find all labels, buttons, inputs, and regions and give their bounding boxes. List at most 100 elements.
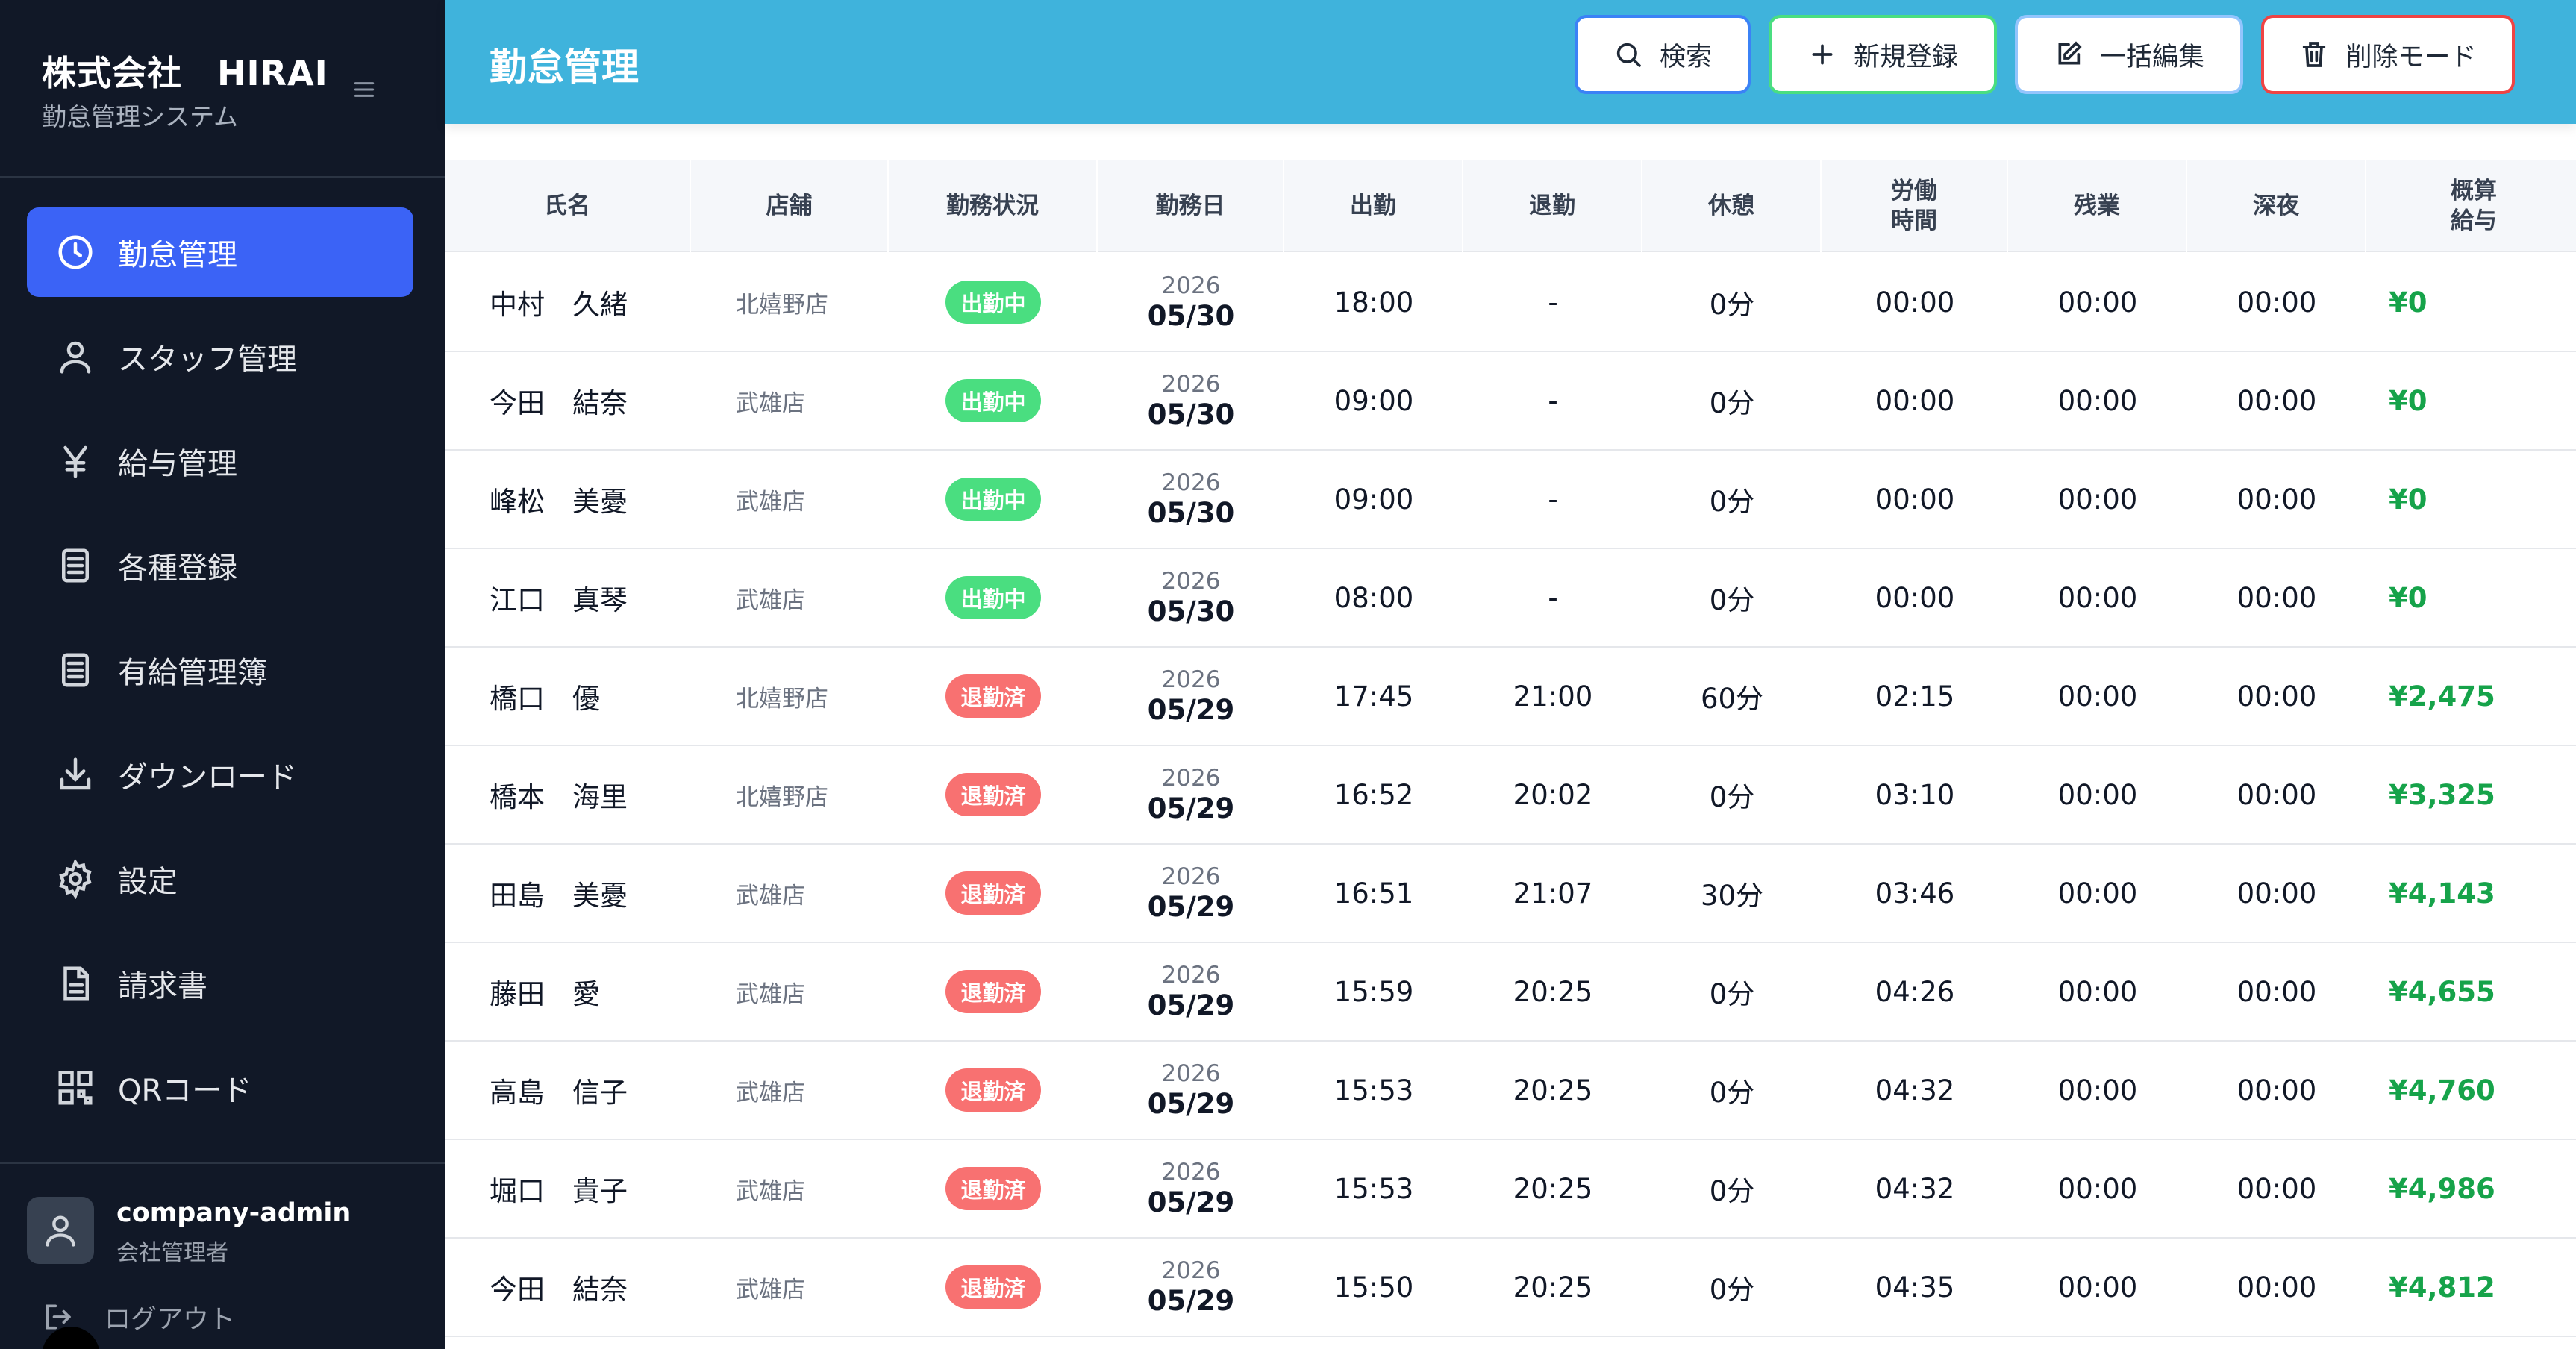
user-name: company-admin <box>116 1198 351 1228</box>
overtime-cell: 00:00 <box>2057 680 2138 713</box>
work-date-day: 05/30 <box>1147 398 1235 431</box>
status-badge: 出勤中 <box>945 379 1041 422</box>
sidebar-item-settings[interactable]: 設定 <box>27 834 413 924</box>
work-date-day: 05/29 <box>1147 792 1235 824</box>
avatar[interactable] <box>27 1197 94 1264</box>
sidebar-item-label: QRコード <box>118 1074 252 1108</box>
status-badge: 退勤済 <box>945 970 1041 1013</box>
sidebar-item-staff[interactable]: スタッフ管理 <box>27 312 413 401</box>
night-cell: 00:00 <box>2236 286 2317 319</box>
user-panel: company-admin 会社管理者 ログアウト <box>0 1162 445 1349</box>
work-hours-cell: 00:00 <box>1875 581 1955 614</box>
menu-toggle-icon[interactable] <box>349 75 379 104</box>
column-clock-in-header: 出勤 <box>1284 160 1463 252</box>
staff-name-cell: 高島 信子 <box>490 1077 628 1109</box>
table-row[interactable]: 橋本 海里 北嬉野店 退勤済 2026 05/29 16:52 20:02 0分 03:10 00… <box>445 746 2576 845</box>
sidebar-item-label: 給与管理 <box>118 447 237 481</box>
work-date-year: 2026 <box>1161 1257 1221 1284</box>
column-work-hours-header: 労働 時間 <box>1822 160 2008 252</box>
brand-area: 株式会社 HIRAI 勤怠管理システム <box>0 0 445 178</box>
table-row[interactable]: 中村 久緒 北嬉野店 出勤中 2026 05/30 18:00 - 0分 00:00 00:00 0… <box>445 254 2576 352</box>
work-date-year: 2026 <box>1161 765 1221 792</box>
work-hours-cell: 04:35 <box>1875 1271 1955 1303</box>
work-date-cell: 2026 05/29 <box>1098 943 1284 1040</box>
bulk-edit-button[interactable]: 一括編集 <box>2015 15 2243 94</box>
table-row[interactable]: 江口 真琴 武雄店 出勤中 2026 05/30 08:00 - 0分 00:00 00:00 00… <box>445 549 2576 648</box>
sidebar-item-qr-code[interactable]: QRコード <box>27 1043 413 1133</box>
break-cell: 0分 <box>1709 289 1755 321</box>
clock-in-cell: 17:45 <box>1334 680 1414 713</box>
work-hours-cell: 00:00 <box>1875 286 1955 319</box>
status-cell: 退勤済 <box>889 943 1098 1040</box>
clock-in-cell: 08:00 <box>1334 581 1414 614</box>
clock-icon <box>55 232 96 272</box>
night-cell: 00:00 <box>2236 1074 2317 1107</box>
table-row[interactable]: 藤田 愛 武雄店 退勤済 2026 05/29 15:59 20:25 0分 04:26 00:0… <box>445 943 2576 1042</box>
search-button[interactable]: 検索 <box>1575 15 1751 94</box>
store-cell: 武雄店 <box>736 980 805 1008</box>
column-estimated-pay-header: 概算 給与 <box>2366 160 2576 252</box>
sidebar-item-download[interactable]: ダウンロード <box>27 730 413 819</box>
store-cell: 北嬉野店 <box>736 783 828 811</box>
clock-in-cell: 16:51 <box>1334 877 1414 910</box>
sidebar-item-invoice[interactable]: 請求書 <box>27 939 413 1028</box>
store-cell: 武雄店 <box>736 586 805 614</box>
table-row[interactable]: 橋口 優 北嬉野店 退勤済 2026 05/29 17:45 21:00 60分 02:15 00… <box>445 648 2576 746</box>
table-row[interactable]: 今田 結奈 武雄店 出勤中 2026 05/30 09:00 - 0分 00:00 00:00 00… <box>445 352 2576 451</box>
sidebar-item-label: 設定 <box>118 865 178 899</box>
store-cell: 武雄店 <box>736 1079 805 1107</box>
night-cell: 00:00 <box>2236 975 2317 1008</box>
work-date-cell: 2026 05/29 <box>1098 1042 1284 1139</box>
work-date-cell: 2026 05/30 <box>1098 254 1284 351</box>
estimated-pay-cell: ¥4,760 <box>2389 1074 2495 1107</box>
work-date-cell: 2026 05/29 <box>1098 648 1284 745</box>
sidebar-item-payroll[interactable]: 給与管理 <box>27 416 413 506</box>
sidebar-item-paid-leave[interactable]: 有給管理簿 <box>27 625 413 715</box>
table-row[interactable]: 峰松 美憂 武雄店 出勤中 2026 05/30 09:00 - 0分 00:00 00:00 00… <box>445 451 2576 549</box>
column-clock-out-header: 退勤 <box>1463 160 1642 252</box>
clock-in-cell: 09:00 <box>1334 483 1414 516</box>
work-date-day: 05/30 <box>1147 497 1235 529</box>
work-date-cell: 2026 05/29 <box>1098 845 1284 942</box>
clock-in-cell: 15:50 <box>1334 1271 1414 1303</box>
work-date-cell: 2026 05/29 <box>1098 746 1284 843</box>
overtime-cell: 00:00 <box>2057 877 2138 910</box>
break-cell: 0分 <box>1709 486 1755 518</box>
clock-out-cell: 21:07 <box>1513 877 1593 910</box>
table-row[interactable]: 高島 信子 武雄店 退勤済 2026 05/29 15:53 20:25 0分 04:32 00:… <box>445 1042 2576 1140</box>
store-cell: 北嬉野店 <box>736 291 828 319</box>
delete-mode-button[interactable]: 削除モード <box>2261 15 2515 94</box>
estimated-pay-cell: ¥0 <box>2389 384 2427 417</box>
sidebar-item-label: 各種登録 <box>118 551 237 586</box>
break-cell: 60分 <box>1700 683 1764 715</box>
work-date-day: 05/29 <box>1147 891 1235 923</box>
sidebar-item-registration[interactable]: 各種登録 <box>27 521 413 610</box>
download-icon <box>55 754 96 795</box>
table-row[interactable]: 堀口 貴子 武雄店 退勤済 2026 05/29 15:53 20:25 0分 04:32 00:… <box>445 1140 2576 1239</box>
work-date-year: 2026 <box>1161 666 1221 693</box>
work-date-year: 2026 <box>1161 1159 1221 1186</box>
staff-name-cell: 橋口 優 <box>490 683 600 715</box>
table-row[interactable]: 田島 美憂 武雄店 退勤済 2026 05/29 16:51 21:07 30分 03:46 00… <box>445 845 2576 943</box>
table-row[interactable]: 今田 結奈 武雄店 退勤済 2026 05/29 15:50 20:25 0分 04:35 00:… <box>445 1239 2576 1337</box>
break-cell: 0分 <box>1709 781 1755 813</box>
column-date-header: 勤務日 <box>1098 160 1284 252</box>
sidebar-item-attendance[interactable]: 勤怠管理 <box>27 207 413 297</box>
status-cell: 出勤中 <box>889 254 1098 351</box>
work-hours-cell: 04:32 <box>1875 1074 1955 1107</box>
overtime-cell: 00:00 <box>2057 975 2138 1008</box>
status-badge: 出勤中 <box>945 576 1041 619</box>
status-badge: 出勤中 <box>945 281 1041 324</box>
work-date-year: 2026 <box>1161 371 1221 398</box>
status-cell: 出勤中 <box>889 549 1098 646</box>
clock-out-cell: 20:25 <box>1513 975 1593 1008</box>
clock-in-cell: 16:52 <box>1334 778 1414 811</box>
create-button[interactable]: 新規登録 <box>1769 15 1997 94</box>
user-icon <box>46 1215 75 1247</box>
sidebar-item-label: スタッフ管理 <box>118 342 297 377</box>
work-date-year: 2026 <box>1161 962 1221 989</box>
work-date-year: 2026 <box>1161 469 1221 496</box>
work-hours-cell: 03:10 <box>1875 778 1955 811</box>
column-status-header: 勤務状況 <box>889 160 1098 252</box>
attendance-table: 氏名 店舗 勤務状況 勤務日 出勤 退勤 休憩 労働 時間 残業 深夜 概算 給与 中村 久緒 北嬉野… <box>445 160 2576 1349</box>
